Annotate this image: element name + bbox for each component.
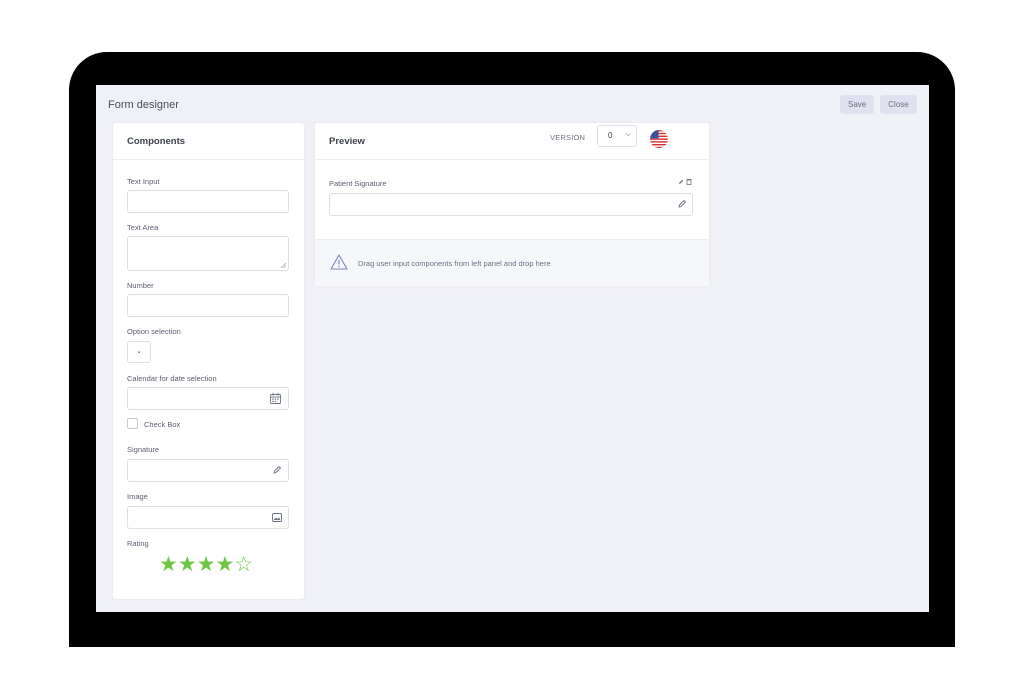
pencil-icon[interactable] xyxy=(677,199,687,209)
image-component[interactable] xyxy=(127,506,289,529)
number-label: Number xyxy=(127,281,154,290)
star-filled-icon[interactable]: ★ xyxy=(215,553,234,576)
page-title: Form designer xyxy=(108,99,179,111)
star-filled-icon[interactable]: ★ xyxy=(159,553,178,576)
image-icon[interactable] xyxy=(272,513,282,522)
edit-field-icon[interactable] xyxy=(678,178,684,185)
components-panel: Components Text Input Text Area Number O… xyxy=(113,123,304,599)
drop-hint: Drag user input components from left pan… xyxy=(358,259,551,268)
patient-signature-label: Patient Signature xyxy=(329,179,387,188)
drop-zone[interactable]: Drag user input components from left pan… xyxy=(315,239,709,286)
version-label: VERSION xyxy=(550,133,586,142)
save-button[interactable]: Save xyxy=(840,95,874,114)
text-area-component[interactable] xyxy=(127,236,289,271)
version-value: 0 xyxy=(608,131,613,140)
delete-field-icon[interactable] xyxy=(686,178,692,185)
checkbox-label: Check Box xyxy=(144,420,181,429)
close-button[interactable]: Close xyxy=(880,95,917,114)
patient-signature-field[interactable] xyxy=(329,193,693,216)
text-area-label: Text Area xyxy=(127,223,159,232)
text-input-component[interactable] xyxy=(127,190,289,213)
star-empty-icon[interactable]: ☆ xyxy=(234,553,253,576)
pencil-icon[interactable] xyxy=(272,465,282,475)
star-filled-icon[interactable]: ★ xyxy=(178,553,197,576)
app-screen: Form designer Save Close Components Text… xyxy=(96,85,929,612)
star-filled-icon[interactable]: ★ xyxy=(197,553,216,576)
resize-handle-icon[interactable] xyxy=(280,262,286,268)
preview-panel: Preview VERSION 0 ⌵ Patient Signature Dr… xyxy=(315,123,709,286)
option-selection-label: Option selection xyxy=(127,327,181,336)
chevron-down-icon: ⌄ xyxy=(136,348,142,355)
version-select[interactable]: 0 ⌵ xyxy=(597,125,637,147)
option-selection-component[interactable]: ⌄ xyxy=(127,341,151,363)
checkbox-component[interactable] xyxy=(127,418,138,429)
components-title: Components xyxy=(113,123,304,160)
signature-component[interactable] xyxy=(127,459,289,482)
number-component[interactable] xyxy=(127,294,289,317)
warning-icon xyxy=(330,254,348,270)
calendar-label: Calendar for date selection xyxy=(127,374,217,383)
rating-label: Rating xyxy=(127,539,149,548)
image-label: Image xyxy=(127,492,148,501)
us-flag-icon[interactable] xyxy=(650,130,668,148)
calendar-icon[interactable] xyxy=(270,393,281,404)
signature-label: Signature xyxy=(127,445,160,454)
calendar-component[interactable] xyxy=(127,387,289,410)
chevron-down-icon: ⌵ xyxy=(625,131,631,138)
rating-stars[interactable]: ★★★★☆ xyxy=(159,552,253,577)
text-input-label: Text Input xyxy=(127,177,160,186)
